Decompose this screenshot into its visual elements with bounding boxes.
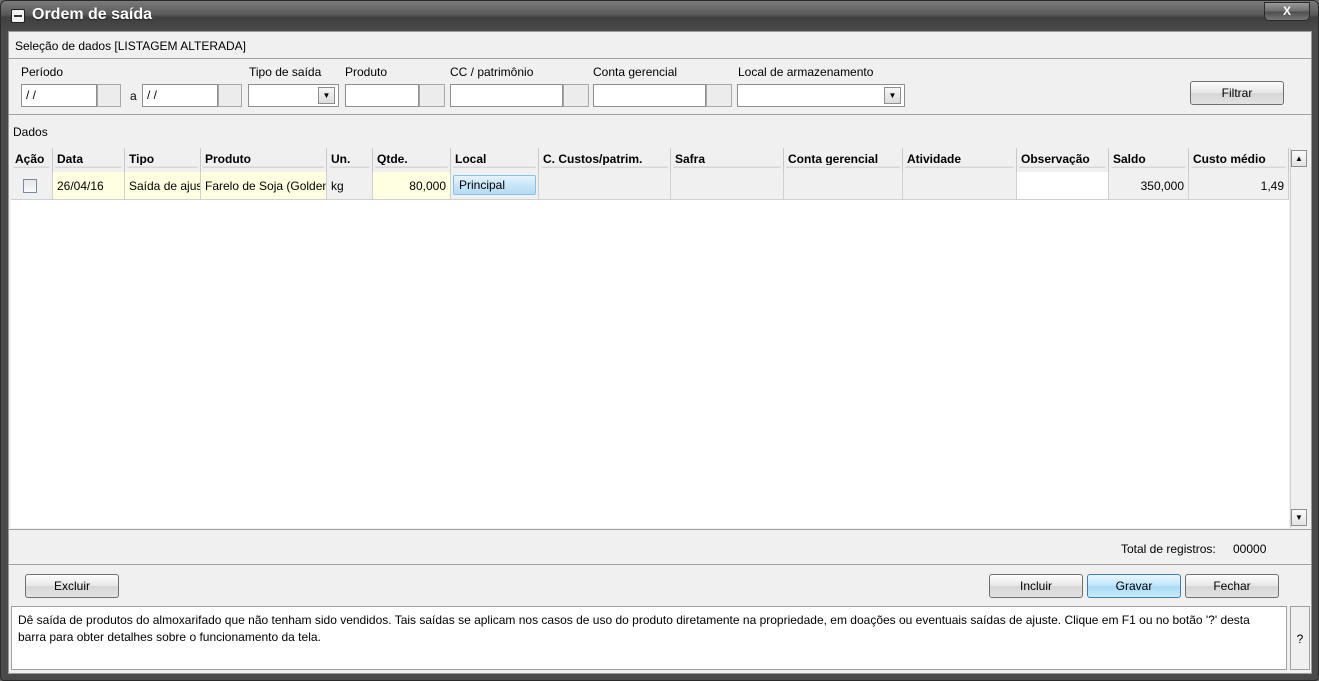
local-label: Local de armazenamento (738, 65, 874, 79)
window-menu-icon[interactable] (11, 9, 25, 23)
grid-header: Ação Data Tipo Produto Un. Qtde. Local C… (11, 148, 1289, 172)
column-header-conta[interactable]: Conta gerencial (784, 148, 903, 172)
help-button[interactable]: ? (1290, 606, 1310, 670)
cell-un[interactable]: kg (327, 172, 373, 200)
cell-cc[interactable] (539, 172, 671, 200)
conta-lookup-button[interactable] (706, 84, 732, 107)
filter-section-title: Seleção de dados [LISTAGEM ALTERADA] (15, 39, 246, 53)
periodo-label: Período (21, 65, 64, 79)
cell-qtde[interactable]: 80,000 (373, 172, 451, 200)
column-header-custo-medio[interactable]: Custo médio (1189, 148, 1289, 172)
grid-body: 26/04/16 Saída de ajuste Farelo de Soja … (11, 172, 1289, 528)
column-header-un[interactable]: Un. (327, 148, 373, 172)
conta-label: Conta gerencial (593, 65, 678, 79)
column-header-acao[interactable]: Ação (11, 148, 53, 172)
tipo-saida-label: Tipo de saída (249, 65, 322, 79)
row-action-cell[interactable] (11, 172, 53, 200)
window-title: Ordem de saída (32, 6, 153, 23)
local-select[interactable] (737, 84, 905, 107)
fechar-button[interactable]: Fechar (1185, 574, 1279, 598)
cell-local[interactable]: Principal (451, 172, 539, 200)
cell-saldo: 350,000 (1109, 172, 1189, 200)
column-header-produto[interactable]: Produto (201, 148, 327, 172)
scroll-up-icon[interactable]: ▲ (1291, 150, 1307, 167)
data-section-title: Dados (13, 125, 48, 139)
column-header-qtde[interactable]: Qtde. (373, 148, 451, 172)
local-value[interactable]: Principal (453, 175, 536, 195)
gravar-button[interactable]: Gravar (1087, 574, 1181, 598)
periodo-from-input[interactable]: / / (21, 84, 97, 107)
cell-produto[interactable]: Farelo de Soja (Golden) (201, 172, 327, 200)
produto-lookup-button[interactable] (419, 84, 445, 107)
periodo-to-calendar-button[interactable] (218, 84, 242, 107)
excluir-button[interactable]: Excluir (25, 574, 119, 598)
periodo-separator: a (130, 89, 137, 103)
cell-data[interactable]: 26/04/16 (53, 172, 125, 200)
vertical-scrollbar[interactable]: ▲ ▼ (1290, 148, 1307, 528)
column-header-data[interactable]: Data (53, 148, 125, 172)
title-bar: Ordem de saída X (1, 1, 1318, 31)
cc-input[interactable] (450, 84, 563, 107)
divider (9, 114, 1311, 115)
column-header-saldo[interactable]: Saldo (1109, 148, 1189, 172)
cell-safra[interactable] (671, 172, 784, 200)
column-header-cc[interactable]: C. Custos/patrim. (539, 148, 671, 172)
total-registros-value: 00000 (1233, 542, 1267, 556)
column-header-tipo[interactable]: Tipo (125, 148, 201, 172)
divider (9, 58, 1311, 59)
periodo-from-calendar-button[interactable] (97, 84, 121, 107)
cell-atividade[interactable] (903, 172, 1017, 200)
produto-label: Produto (345, 65, 388, 79)
scroll-down-icon[interactable]: ▼ (1291, 509, 1307, 526)
chevron-down-icon[interactable]: ▼ (318, 87, 335, 104)
close-button[interactable]: X (1264, 2, 1310, 21)
cell-tipo[interactable]: Saída de ajuste (125, 172, 201, 200)
window: Ordem de saída X Seleção de dados [LISTA… (0, 0, 1319, 681)
help-text: Dê saída de produtos do almoxarifado que… (11, 606, 1287, 670)
produto-input[interactable] (345, 84, 419, 107)
column-header-safra[interactable]: Safra (671, 148, 784, 172)
divider (9, 564, 1311, 565)
conta-input[interactable] (593, 84, 706, 107)
divider (9, 529, 1311, 530)
cell-conta[interactable] (784, 172, 903, 200)
incluir-button[interactable]: Incluir (989, 574, 1083, 598)
cell-observacao[interactable] (1017, 172, 1109, 200)
cc-label: CC / patrimônio (450, 65, 534, 79)
cc-lookup-button[interactable] (563, 84, 589, 107)
periodo-to-input[interactable]: / / (142, 84, 218, 107)
row-checkbox[interactable] (23, 179, 37, 193)
cell-custo-medio: 1,49 (1189, 172, 1289, 200)
column-header-local[interactable]: Local (451, 148, 539, 172)
column-header-atividade[interactable]: Atividade (903, 148, 1017, 172)
column-header-observacao[interactable]: Observação (1017, 148, 1109, 172)
chevron-down-icon[interactable]: ▼ (884, 87, 901, 104)
total-registros-label: Total de registros: (1121, 542, 1216, 556)
client-area: Seleção de dados [LISTAGEM ALTERADA] Per… (8, 31, 1312, 674)
filter-button[interactable]: Filtrar (1190, 81, 1284, 105)
